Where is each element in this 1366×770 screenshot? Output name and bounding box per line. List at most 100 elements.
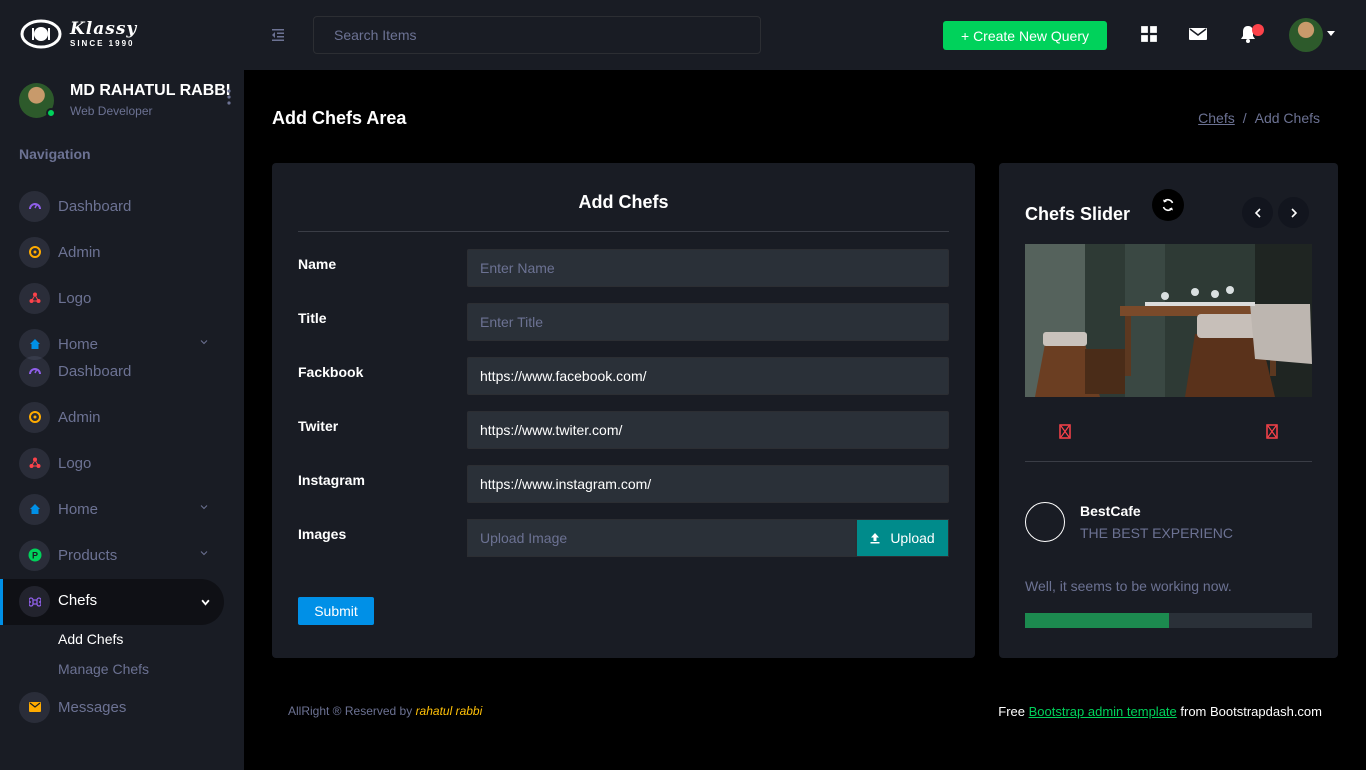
speedometer-icon [19,190,50,222]
add-chefs-card: Add Chefs Name Title Fackbook Twiter Ins… [272,163,975,658]
menu-toggle-icon[interactable] [270,27,286,43]
breadcrumb-chefs-link[interactable]: Chefs [1198,110,1235,126]
footer-author: rahatul rabbi [415,704,483,718]
mail-icon[interactable] [1189,25,1207,43]
logo-icon [20,19,62,49]
broken-image-icon [1266,424,1278,439]
sidebar-item-home[interactable]: Home [19,493,224,525]
chevron-down-icon [200,340,208,345]
breadcrumb: Chefs / Add Chefs [1198,110,1320,126]
sidebar-item-label: Admin [58,408,101,426]
form-title: Add Chefs [578,192,669,212]
sidebar-item-chefs[interactable]: Chefs [0,579,224,625]
refresh-button[interactable] [1152,189,1184,221]
image-upload-group: Upload [467,519,949,557]
sidebar-item-logo[interactable]: Logo [19,447,224,479]
sidebar-item-logo[interactable]: Logo [19,282,224,314]
grid-icon[interactable] [1140,25,1158,43]
broken-image-icon [1059,424,1071,439]
chevron-right-icon [1290,207,1297,218]
submenu-add-chefs[interactable]: Add Chefs [58,631,123,647]
profile-avatar[interactable] [19,82,56,118]
products-icon: P [19,539,50,571]
submit-button[interactable]: Submit [298,597,374,625]
slider-prev-button[interactable] [1242,197,1273,228]
sidebar-item-label: Chefs [58,592,98,609]
sidebar-item-dashboard[interactable]: Dashboard [19,355,224,387]
instagram-field[interactable] [467,465,949,503]
message-icon [19,691,50,723]
sidebar-item-label: Admin [58,243,101,261]
brand-name: Klassy [70,18,138,39]
admin-icon [19,401,50,433]
sidebar-item-admin[interactable]: Admin [19,236,224,268]
divider [1025,461,1312,462]
search-input[interactable] [313,16,761,54]
submenu-manage-chefs[interactable]: Manage Chefs [58,661,149,677]
sidebar-item-label: Messages [58,698,127,716]
nav-heading: Navigation [19,146,91,162]
breadcrumb-current: Add Chefs [1254,110,1320,126]
progress-fill [1025,613,1169,628]
slider-title: Chefs Slider [1025,204,1131,224]
upload-image-field[interactable] [467,519,856,557]
sidebar-item-products[interactable]: P Products [19,539,224,571]
sidebar-item-admin[interactable]: Admin [19,401,224,433]
chefs-icon [19,586,50,617]
page-title: Add Chefs Area [272,108,407,128]
online-status-dot [46,107,56,118]
notification-badge [1252,24,1264,36]
sidebar-item-label: Dashboard [58,362,132,380]
home-icon [19,493,50,525]
logo-icon [19,282,50,314]
user-avatar[interactable] [1289,18,1323,52]
create-query-button[interactable]: + Create New Query [943,21,1107,50]
footer-credit-prefix: Free [998,704,1029,719]
refresh-icon [1162,199,1174,211]
divider [298,231,949,232]
slider-next-button[interactable] [1278,197,1309,228]
topbar: Klassy SINCE 1990 + Create New Query [0,0,1366,70]
title-field[interactable] [467,303,949,341]
cafe-avatar [1025,502,1065,542]
chevron-down-icon [200,551,208,556]
footer-credit: Free Bootstrap admin template from Boots… [998,704,1322,719]
brand-logo[interactable]: Klassy SINCE 1990 [20,18,137,50]
breadcrumb-separator: / [1242,110,1247,126]
sidebar-item-dashboard[interactable]: Dashboard [19,190,224,222]
slide-image [1025,244,1312,397]
images-label: Images [298,526,347,542]
more-vertical-icon[interactable] [227,89,231,105]
sidebar-item-label: Dashboard [58,197,132,215]
sidebar-item-label: Products [58,546,118,564]
chevron-down-icon[interactable] [1327,31,1335,36]
logo-icon [19,447,50,479]
profile: MD RAHATUL RABBI Web Developer [19,82,230,118]
upload-icon [870,532,880,543]
footer-credit-suffix: from Bootstrapdash.com [1176,704,1322,719]
upload-button[interactable]: Upload [856,519,949,557]
speedometer-icon [19,355,50,387]
profile-name: MD RAHATUL RABBI [70,82,231,99]
twitter-field[interactable] [467,411,949,449]
admin-icon [19,236,50,268]
status-text: Well, it seems to be working now. [1025,578,1232,594]
chefs-slider-card: Chefs Slider BestCafe THE BEST EXPERIENC… [999,163,1338,658]
name-field[interactable] [467,249,949,287]
chevron-down-icon [200,505,208,510]
sidebar-item-label: Home [58,335,99,353]
chevron-down-icon [201,599,210,606]
name-label: Name [298,256,337,272]
sidebar-item-messages[interactable]: Messages [19,691,224,723]
title-label: Title [298,310,327,326]
sidebar-item-label: Logo [58,289,92,307]
facebook-field[interactable] [467,357,949,395]
facebook-label: Fackbook [298,364,364,380]
twitter-label: Twiter [298,418,339,434]
footer-copyright-text: AllRight ® Reserved by [288,704,416,718]
upload-button-label: Upload [890,530,935,546]
footer-copyright: AllRight ® Reserved by rahatul rabbi [288,704,482,718]
svg-text:P: P [31,551,37,561]
profile-role: Web Developer [70,104,153,118]
footer-template-link[interactable]: Bootstrap admin template [1029,704,1177,719]
